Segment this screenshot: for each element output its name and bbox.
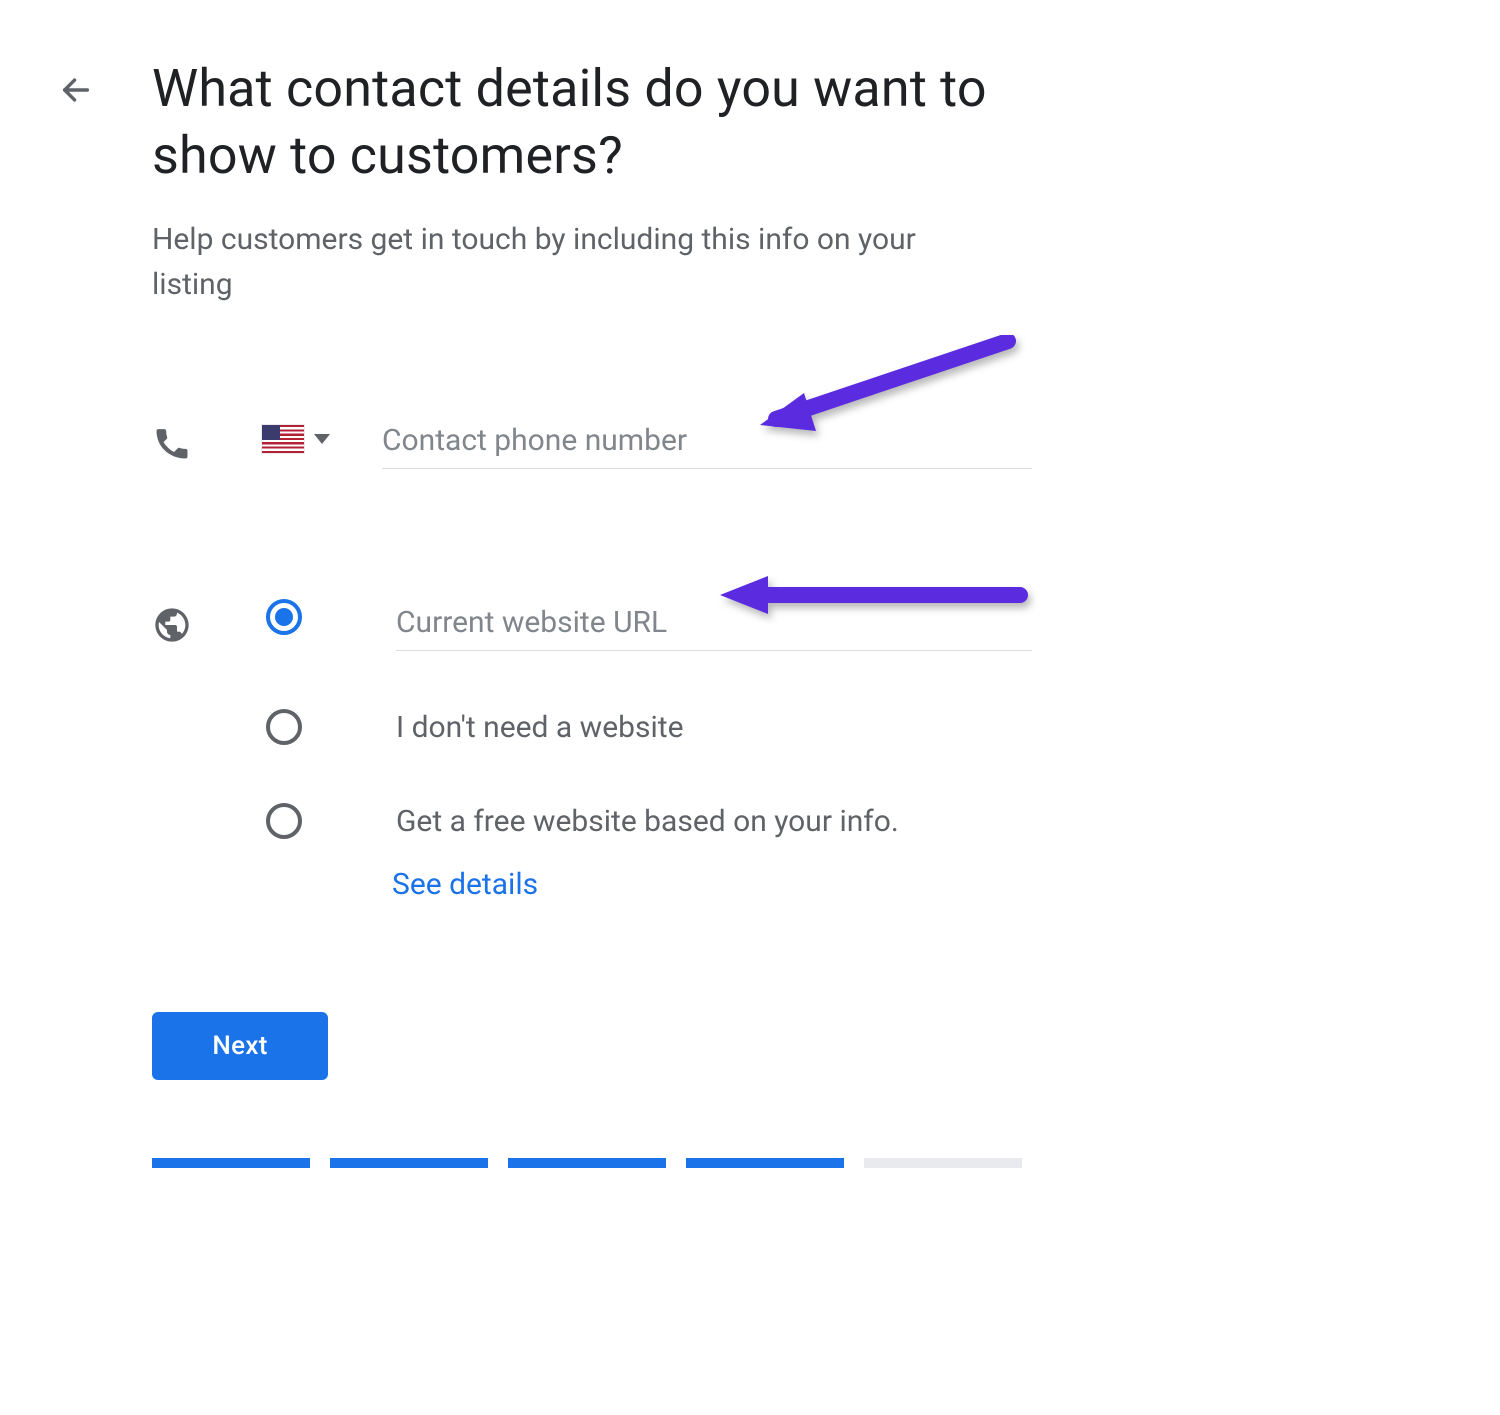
- back-button[interactable]: [52, 66, 100, 114]
- next-button[interactable]: Next: [152, 1012, 328, 1080]
- next-button-label: Next: [212, 1031, 267, 1061]
- option-label-free-website: Get a free website based on your info.: [396, 804, 899, 839]
- radio-current-website-url[interactable]: [266, 599, 302, 635]
- page-subtitle: Help customers get in touch by including…: [152, 217, 972, 307]
- chevron-down-icon: [314, 434, 330, 444]
- see-details-link[interactable]: See details: [392, 867, 538, 902]
- website-url-input[interactable]: [396, 599, 1032, 651]
- progress-bar: [152, 1158, 1022, 1168]
- us-flag-icon: [262, 425, 304, 453]
- radio-no-website[interactable]: [266, 709, 302, 745]
- progress-segment: [330, 1158, 488, 1168]
- progress-segment: [152, 1158, 310, 1168]
- option-label-no-website: I don't need a website: [396, 710, 683, 745]
- phone-icon: [152, 423, 192, 467]
- country-code-dropdown[interactable]: [262, 417, 382, 453]
- progress-segment: [508, 1158, 666, 1168]
- progress-segment: [686, 1158, 844, 1168]
- progress-segment: [864, 1158, 1022, 1168]
- radio-free-website[interactable]: [266, 803, 302, 839]
- page-title: What contact details do you want to show…: [152, 56, 1072, 189]
- phone-number-input[interactable]: [382, 417, 1032, 469]
- arrow-left-icon: [59, 73, 93, 107]
- globe-icon: [152, 605, 192, 649]
